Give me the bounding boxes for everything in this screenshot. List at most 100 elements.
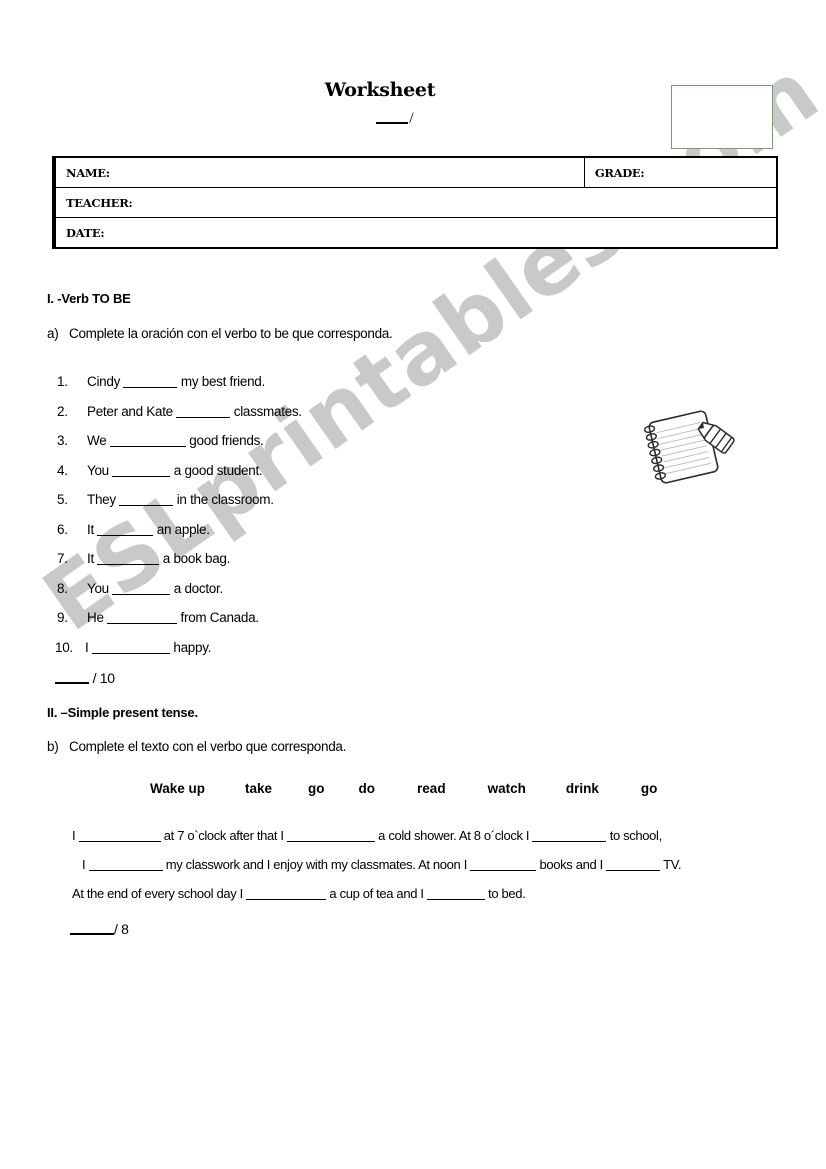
table-row: DATE:: [55, 217, 777, 248]
title-score-blank: [376, 111, 409, 124]
list-item-text-after: good friends.: [185, 433, 264, 448]
list-item: 2. Peter and Kate classmates.: [55, 404, 615, 434]
title-score-slash: /: [409, 110, 414, 127]
list-item-text-before: It: [87, 551, 98, 566]
word-bank: Wake up take go do read watch drink go: [150, 781, 750, 796]
word-bank-item: drink: [565, 781, 599, 796]
list-item-text-after: my best friend.: [177, 374, 265, 389]
section-two-score: / 8: [70, 921, 129, 937]
list-item-text-before: You: [87, 580, 113, 596]
list-item-text-before: We: [87, 433, 110, 448]
answer-blank[interactable]: [470, 858, 537, 871]
notepad-pencil-icon: [636, 400, 748, 488]
answer-blank[interactable]: [88, 858, 163, 871]
instruction-marker-b: b): [47, 739, 59, 754]
paragraph-text: to bed.: [484, 886, 526, 901]
grade-label: GRADE:: [583, 157, 778, 188]
answer-blank[interactable]: [426, 887, 485, 900]
paragraph-text: my classwork and I enjoy with my classma…: [162, 857, 471, 872]
name-label: NAME:: [55, 157, 585, 188]
list-item-text-before: It: [87, 521, 98, 537]
answer-blank[interactable]: [112, 582, 171, 595]
paragraph-line: At the end of every school day I a cup o…: [72, 886, 784, 915]
list-item-number: 7.: [57, 551, 68, 566]
answer-blank[interactable]: [109, 434, 186, 447]
answer-blank[interactable]: [78, 829, 161, 842]
list-item: 10. I happy.: [55, 640, 615, 670]
list-item-text-after: happy.: [169, 639, 212, 655]
answer-blank[interactable]: [119, 493, 174, 506]
section-one-instruction: a) Complete la oración con el verbo to be…: [47, 326, 393, 341]
instruction-marker-a: a): [47, 326, 59, 341]
section-two-heading: II. –Simple present tense.: [47, 705, 198, 720]
list-item-text-before: Cindy: [87, 374, 124, 389]
answer-blank[interactable]: [123, 375, 178, 388]
section-two-score-label: / 8: [114, 921, 129, 937]
list-item-text-after: an apple.: [153, 521, 210, 537]
list-item-number: 5.: [57, 492, 68, 507]
teacher-label: TEACHER:: [55, 187, 777, 218]
answer-blank[interactable]: [97, 523, 154, 536]
word-bank-item: do: [358, 781, 376, 796]
section-one-question-list: 1. Cindy my best friend. 2. Peter and Kate …: [55, 374, 615, 669]
instruction-text-b: Complete el texto con el verbo que corre…: [69, 739, 347, 754]
list-item: 8. You a doctor.: [55, 581, 615, 611]
answer-blank[interactable]: [112, 464, 171, 477]
list-item-number: 10.: [55, 639, 73, 655]
list-item-text-before: Peter and Kate: [87, 403, 177, 419]
word-bank-item: go: [308, 781, 325, 796]
section-one-score-label: / 10: [92, 670, 115, 686]
list-item-text-after: from Canada.: [177, 610, 260, 625]
list-item: 1. Cindy my best friend.: [55, 374, 615, 404]
list-item-text-after: classmates.: [230, 403, 302, 419]
section-two-instruction: b) Complete el texto con el verbo que cor…: [47, 739, 346, 754]
list-item-number: 2.: [57, 403, 68, 419]
paragraph-line: I at 7 o`clock after that I a cold showe…: [72, 828, 784, 857]
date-label: DATE:: [55, 217, 777, 248]
paragraph-text: to school,: [606, 828, 663, 843]
paragraph-text: at 7 o`clock after that I: [160, 828, 287, 843]
section-two-paragraph: I at 7 o`clock after that I a cold showe…: [72, 828, 784, 915]
list-item-text-before: You: [87, 462, 113, 478]
answer-blank[interactable]: [176, 405, 231, 418]
answer-blank[interactable]: [532, 829, 607, 842]
answer-blank[interactable]: [606, 858, 661, 871]
student-info-table: NAME: GRADE: TEACHER: DATE:: [52, 156, 778, 249]
list-item-number: 3.: [57, 433, 68, 448]
paragraph-text: a cup of tea and I: [326, 886, 427, 901]
list-item: 7. It a book bag.: [55, 551, 615, 581]
word-bank-item: read: [417, 781, 446, 796]
list-item-number: 9.: [57, 610, 68, 625]
list-item-number: 1.: [57, 374, 68, 389]
answer-blank[interactable]: [286, 829, 375, 842]
list-item: 5. They in the classroom.: [55, 492, 615, 522]
list-item-text-after: in the classroom.: [173, 492, 274, 507]
answer-blank[interactable]: [97, 552, 160, 565]
section-one-heading: I. -Verb TO BE: [47, 291, 131, 306]
page-title: Worksheet: [324, 79, 436, 101]
table-row: TEACHER:: [55, 187, 777, 218]
paragraph-text: books and I: [536, 857, 607, 872]
list-item: 6. It an apple.: [55, 522, 615, 552]
list-item-number: 6.: [57, 521, 68, 537]
section-one-score-blank: [55, 671, 89, 684]
worksheet-page: ESLprintables.com Worksheet / NAME: GRAD…: [0, 0, 826, 1169]
section-one-score: / 10: [55, 670, 115, 686]
answer-blank[interactable]: [246, 887, 327, 900]
list-item-text-after: a doctor.: [170, 580, 223, 596]
list-item-number: 4.: [57, 462, 68, 478]
list-item-number: 8.: [57, 580, 68, 596]
section-two-score-blank: [70, 922, 114, 935]
instruction-text-a: Complete la oración con el verbo to be q…: [69, 326, 393, 341]
table-row: NAME: GRADE:: [55, 157, 778, 188]
list-item-text-after: a book bag.: [159, 551, 231, 566]
word-bank-item: Wake up: [150, 781, 206, 796]
list-item-text-after: a good student.: [170, 462, 263, 478]
paragraph-text: At the end of every school day I: [72, 886, 247, 901]
list-item: 9. He from Canada.: [55, 610, 615, 640]
list-item: 4. You a good student.: [55, 463, 615, 493]
answer-blank[interactable]: [91, 641, 170, 654]
paragraph-text: TV.: [660, 857, 682, 872]
answer-blank[interactable]: [107, 611, 178, 624]
list-item-text-before: He: [87, 610, 108, 625]
